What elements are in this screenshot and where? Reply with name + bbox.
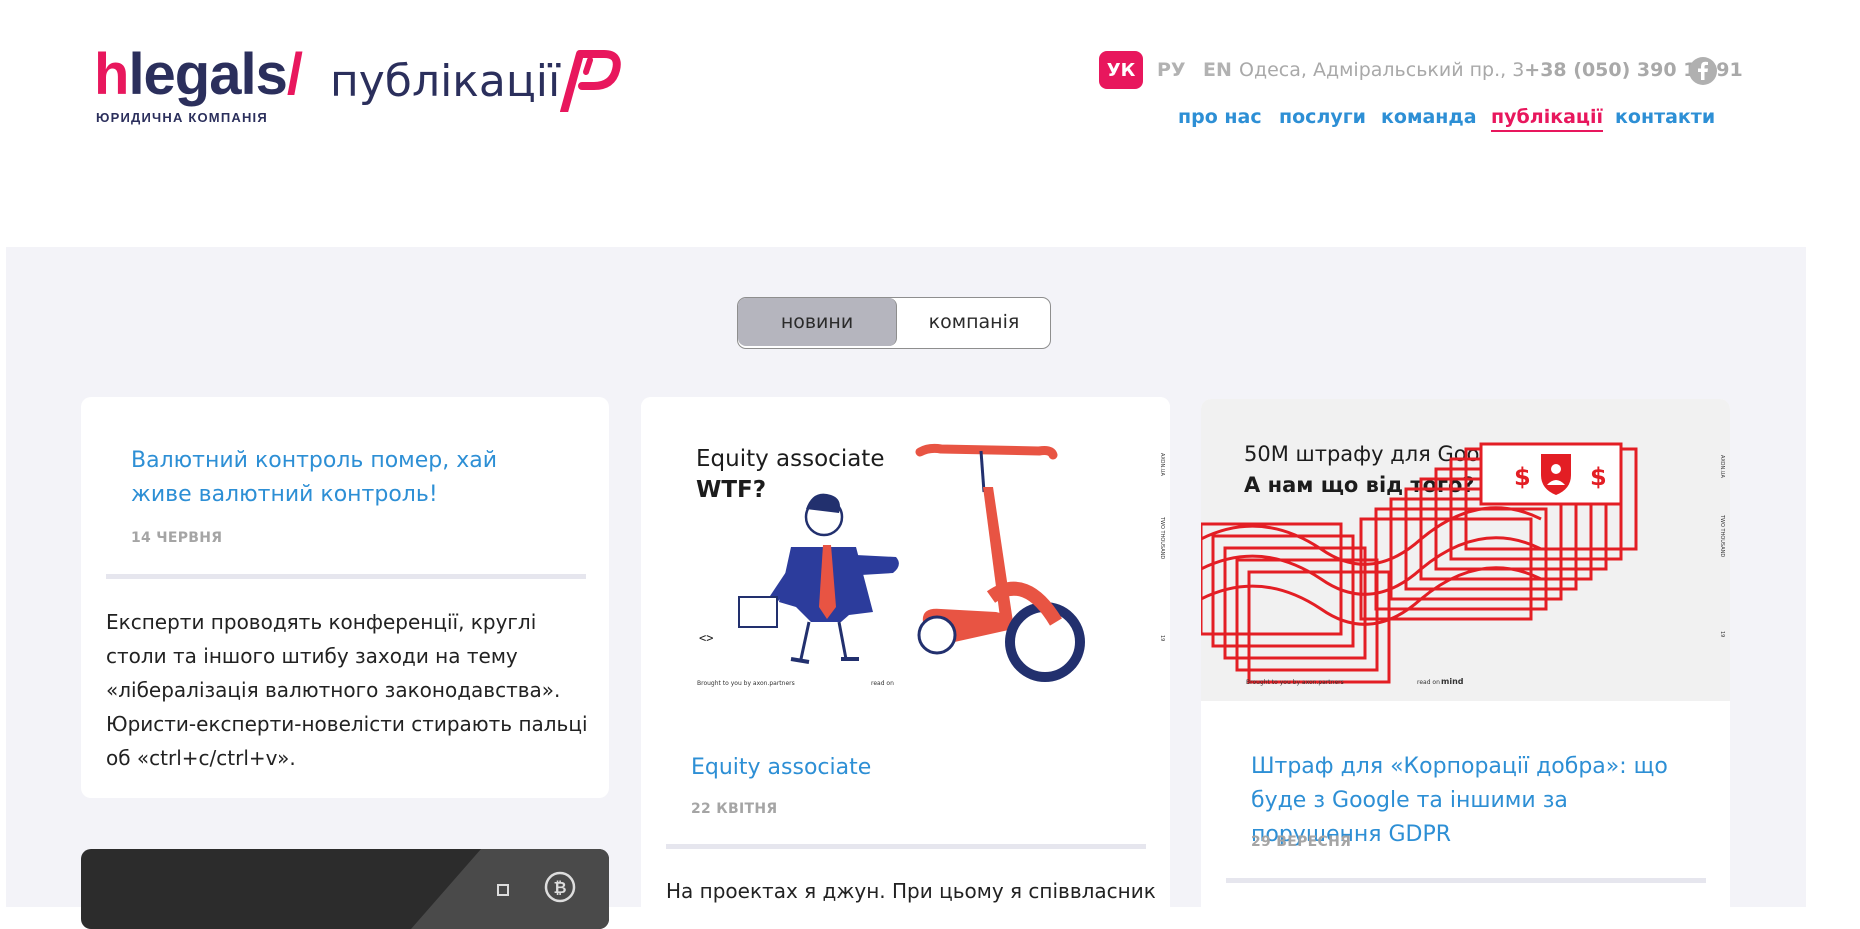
image-side-text: AXON.UA — [1719, 455, 1725, 478]
post-card[interactable]: ₿ — [81, 849, 609, 929]
post-title[interactable]: Equity associate — [691, 751, 1131, 785]
image-read-on: read on — [1417, 679, 1440, 686]
post-divider — [106, 574, 586, 579]
nav-about[interactable]: про нас — [1178, 106, 1262, 128]
post-card[interactable]: 50M штрафу для Google. А нам що від того… — [1201, 399, 1730, 919]
post-image: ₿ — [411, 849, 609, 929]
logo[interactable]: hlegals/ ЮРИДИЧНА КОМПАНІЯ — [94, 42, 303, 126]
image-side-text: TWO THOUSAND — [1159, 516, 1165, 559]
dollar-icon: $ — [1514, 463, 1531, 491]
nav-services[interactable]: послуги — [1279, 106, 1366, 128]
post-divider — [666, 844, 1146, 849]
image-heading-line2: А нам що від того? — [1244, 473, 1475, 497]
facebook-icon[interactable] — [1688, 56, 1718, 86]
logo-wordmark: hlegals/ — [94, 42, 303, 107]
post-title[interactable]: Валютний контроль помер, хай живе валютн… — [131, 444, 561, 512]
post-date: 29 ВЕРЕСНЯ — [1251, 834, 1352, 850]
image-read-on-site: mind — [1441, 677, 1464, 686]
address-text: Одеса, Адміральський пр., 3 — [1239, 59, 1525, 81]
post-card[interactable]: Equity associate WTF? <> <> Brought to y — [641, 397, 1170, 917]
post-excerpt: На проектах я джун. При цьому я співвлас… — [666, 879, 1156, 903]
page-section-title: публікації — [330, 56, 561, 107]
tab-company[interactable]: компанія — [898, 298, 1050, 346]
language-uk-button[interactable]: УК — [1099, 51, 1143, 89]
post-date: 14 ЧЕРВНЯ — [131, 530, 223, 546]
contact-info: Одеса, Адміральський пр., 3+38 (050) 390… — [1239, 59, 1743, 81]
nav-contacts[interactable]: контакти — [1615, 106, 1715, 128]
image-code-glyph: <> — [699, 631, 713, 645]
scooter-code-glyph: <> — [974, 633, 988, 646]
post-date: 22 КВІТНЯ — [691, 801, 778, 817]
tab-news[interactable]: новини — [738, 298, 897, 346]
logo-subtitle: ЮРИДИЧНА КОМПАНІЯ — [96, 110, 268, 125]
image-read-on: read on — [871, 680, 894, 687]
image-heading-line1: 50M штрафу для Google. — [1244, 442, 1518, 466]
image-side-text: TWO THOUSAND — [1719, 514, 1725, 557]
publications-p-logo-icon — [560, 50, 621, 112]
nav-team[interactable]: команда — [1381, 106, 1477, 128]
post-image: 50M штрафу для Google. А нам що від того… — [1201, 399, 1730, 701]
post-divider — [1226, 878, 1706, 883]
language-en-button[interactable]: EN — [1203, 59, 1232, 81]
image-side-text: 19 — [1159, 635, 1165, 641]
image-heading-line2: WTF? — [696, 477, 766, 503]
image-heading-line1: Equity associate — [696, 446, 884, 472]
image-side-text: 19 — [1719, 631, 1725, 637]
dollar-icon: $ — [1590, 463, 1607, 491]
nav-publications[interactable]: публікації — [1491, 106, 1604, 132]
post-excerpt: Експерти проводять конференції, круглі с… — [106, 610, 588, 770]
category-tabs: новини компанія — [737, 297, 1051, 349]
svg-text:₿: ₿ — [553, 878, 566, 897]
post-card[interactable]: Валютний контроль помер, хай живе валютн… — [81, 397, 609, 798]
image-side-text: AXON.UA — [1159, 453, 1165, 476]
post-image: Equity associate WTF? <> <> Brought to y — [641, 397, 1170, 697]
image-credit: Brought to you by axon.partners — [1246, 679, 1344, 686]
image-credit: Brought to you by axon.partners — [697, 680, 795, 687]
language-ru-button[interactable]: РУ — [1157, 59, 1186, 81]
